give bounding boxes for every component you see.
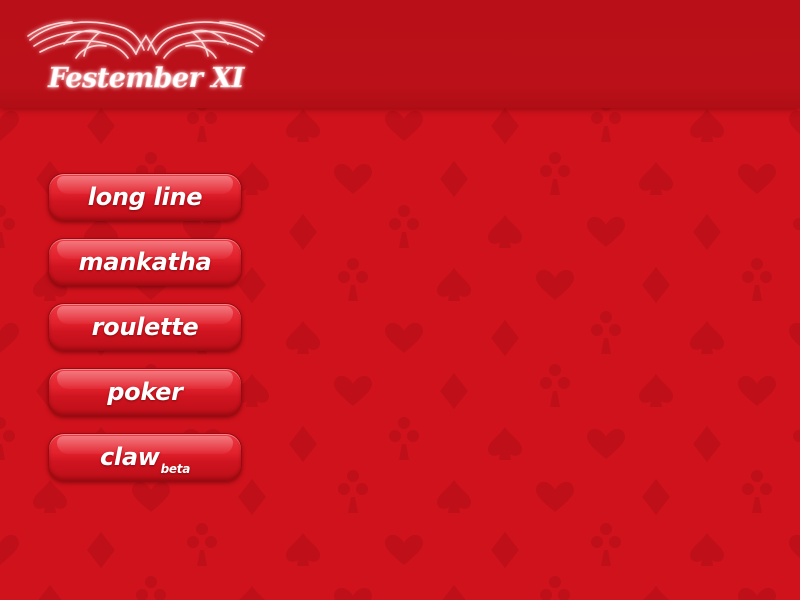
club-icon bbox=[793, 218, 800, 230]
heart-icon bbox=[738, 163, 776, 194]
club-icon bbox=[136, 576, 166, 600]
heart-icon bbox=[789, 322, 800, 347]
spade-icon bbox=[286, 533, 320, 566]
spade-icon bbox=[690, 533, 724, 566]
header-bar: Festember XI bbox=[0, 0, 800, 108]
menu-label: mankatha bbox=[78, 248, 212, 276]
poker-button[interactable]: poker bbox=[48, 368, 242, 416]
club-icon bbox=[591, 523, 622, 566]
menu-label: poker bbox=[107, 378, 183, 406]
festember-logo[interactable]: Festember XI bbox=[24, 14, 268, 98]
club-icon bbox=[389, 417, 420, 460]
heart-icon bbox=[536, 481, 574, 512]
diamond-icon bbox=[693, 214, 721, 250]
roulette-button[interactable]: roulette bbox=[48, 303, 242, 351]
heart-icon bbox=[738, 375, 776, 406]
diamond-icon bbox=[693, 426, 721, 462]
heart-icon bbox=[385, 110, 423, 141]
logo-text: Festember XI bbox=[47, 63, 245, 94]
diamond-icon bbox=[491, 320, 519, 356]
club-icon bbox=[338, 258, 369, 301]
heart-icon bbox=[334, 587, 372, 600]
spade-icon bbox=[437, 480, 471, 513]
diamond-icon bbox=[289, 214, 317, 250]
spade-icon bbox=[639, 162, 673, 195]
heart-icon bbox=[587, 216, 625, 247]
heart-icon bbox=[789, 534, 800, 559]
club-icon bbox=[187, 523, 218, 566]
club-icon bbox=[742, 470, 773, 513]
heart-icon bbox=[385, 322, 423, 353]
club-icon bbox=[591, 311, 622, 354]
spade-icon bbox=[488, 427, 522, 460]
heart-icon bbox=[385, 534, 423, 565]
club-icon bbox=[540, 576, 570, 600]
heart-icon bbox=[334, 163, 372, 194]
spade-icon bbox=[488, 215, 522, 248]
long-line-button[interactable]: long line bbox=[48, 173, 242, 221]
diamond-icon bbox=[491, 532, 519, 568]
heart-icon bbox=[334, 375, 372, 406]
beta-badge: beta bbox=[160, 462, 191, 476]
diamond-icon bbox=[87, 532, 115, 568]
spade-icon bbox=[239, 586, 265, 600]
mankatha-button[interactable]: mankatha bbox=[48, 238, 242, 286]
heart-icon bbox=[0, 322, 19, 353]
menu-label: roulette bbox=[91, 313, 199, 341]
winged-ornament-icon: Festember XI bbox=[27, 21, 265, 94]
diamond-icon bbox=[238, 267, 266, 303]
club-icon bbox=[338, 470, 369, 513]
club-icon bbox=[742, 258, 773, 301]
diamond-icon bbox=[38, 585, 62, 600]
heart-icon bbox=[132, 481, 170, 512]
heart-icon bbox=[738, 587, 776, 600]
spade-icon bbox=[690, 109, 724, 142]
heart-icon bbox=[789, 110, 800, 135]
club-icon bbox=[540, 152, 571, 195]
menu-label: clawbeta bbox=[100, 443, 191, 476]
diamond-icon bbox=[440, 161, 468, 197]
club-icon bbox=[389, 205, 420, 248]
diamond-icon bbox=[238, 479, 266, 515]
diamond-icon bbox=[442, 585, 466, 600]
club-icon bbox=[0, 205, 15, 248]
club-icon bbox=[540, 364, 571, 407]
diamond-icon bbox=[440, 373, 468, 409]
heart-icon bbox=[0, 534, 19, 565]
club-icon bbox=[0, 417, 15, 460]
diamond-icon bbox=[642, 479, 670, 515]
spade-icon bbox=[643, 586, 669, 600]
spade-icon bbox=[286, 321, 320, 354]
claw-button[interactable]: clawbeta bbox=[48, 433, 242, 481]
heart-icon bbox=[536, 269, 574, 300]
heart-icon bbox=[587, 428, 625, 459]
spade-icon bbox=[639, 374, 673, 407]
diamond-icon bbox=[642, 267, 670, 303]
spade-icon bbox=[286, 109, 320, 142]
diamond-icon bbox=[87, 108, 115, 144]
spade-icon bbox=[690, 321, 724, 354]
club-icon bbox=[793, 430, 800, 442]
menu-label: long line bbox=[87, 183, 203, 211]
diamond-icon bbox=[289, 426, 317, 462]
heart-icon bbox=[0, 110, 19, 141]
spade-icon bbox=[437, 268, 471, 301]
spade-icon bbox=[33, 480, 67, 513]
diamond-icon bbox=[491, 108, 519, 144]
